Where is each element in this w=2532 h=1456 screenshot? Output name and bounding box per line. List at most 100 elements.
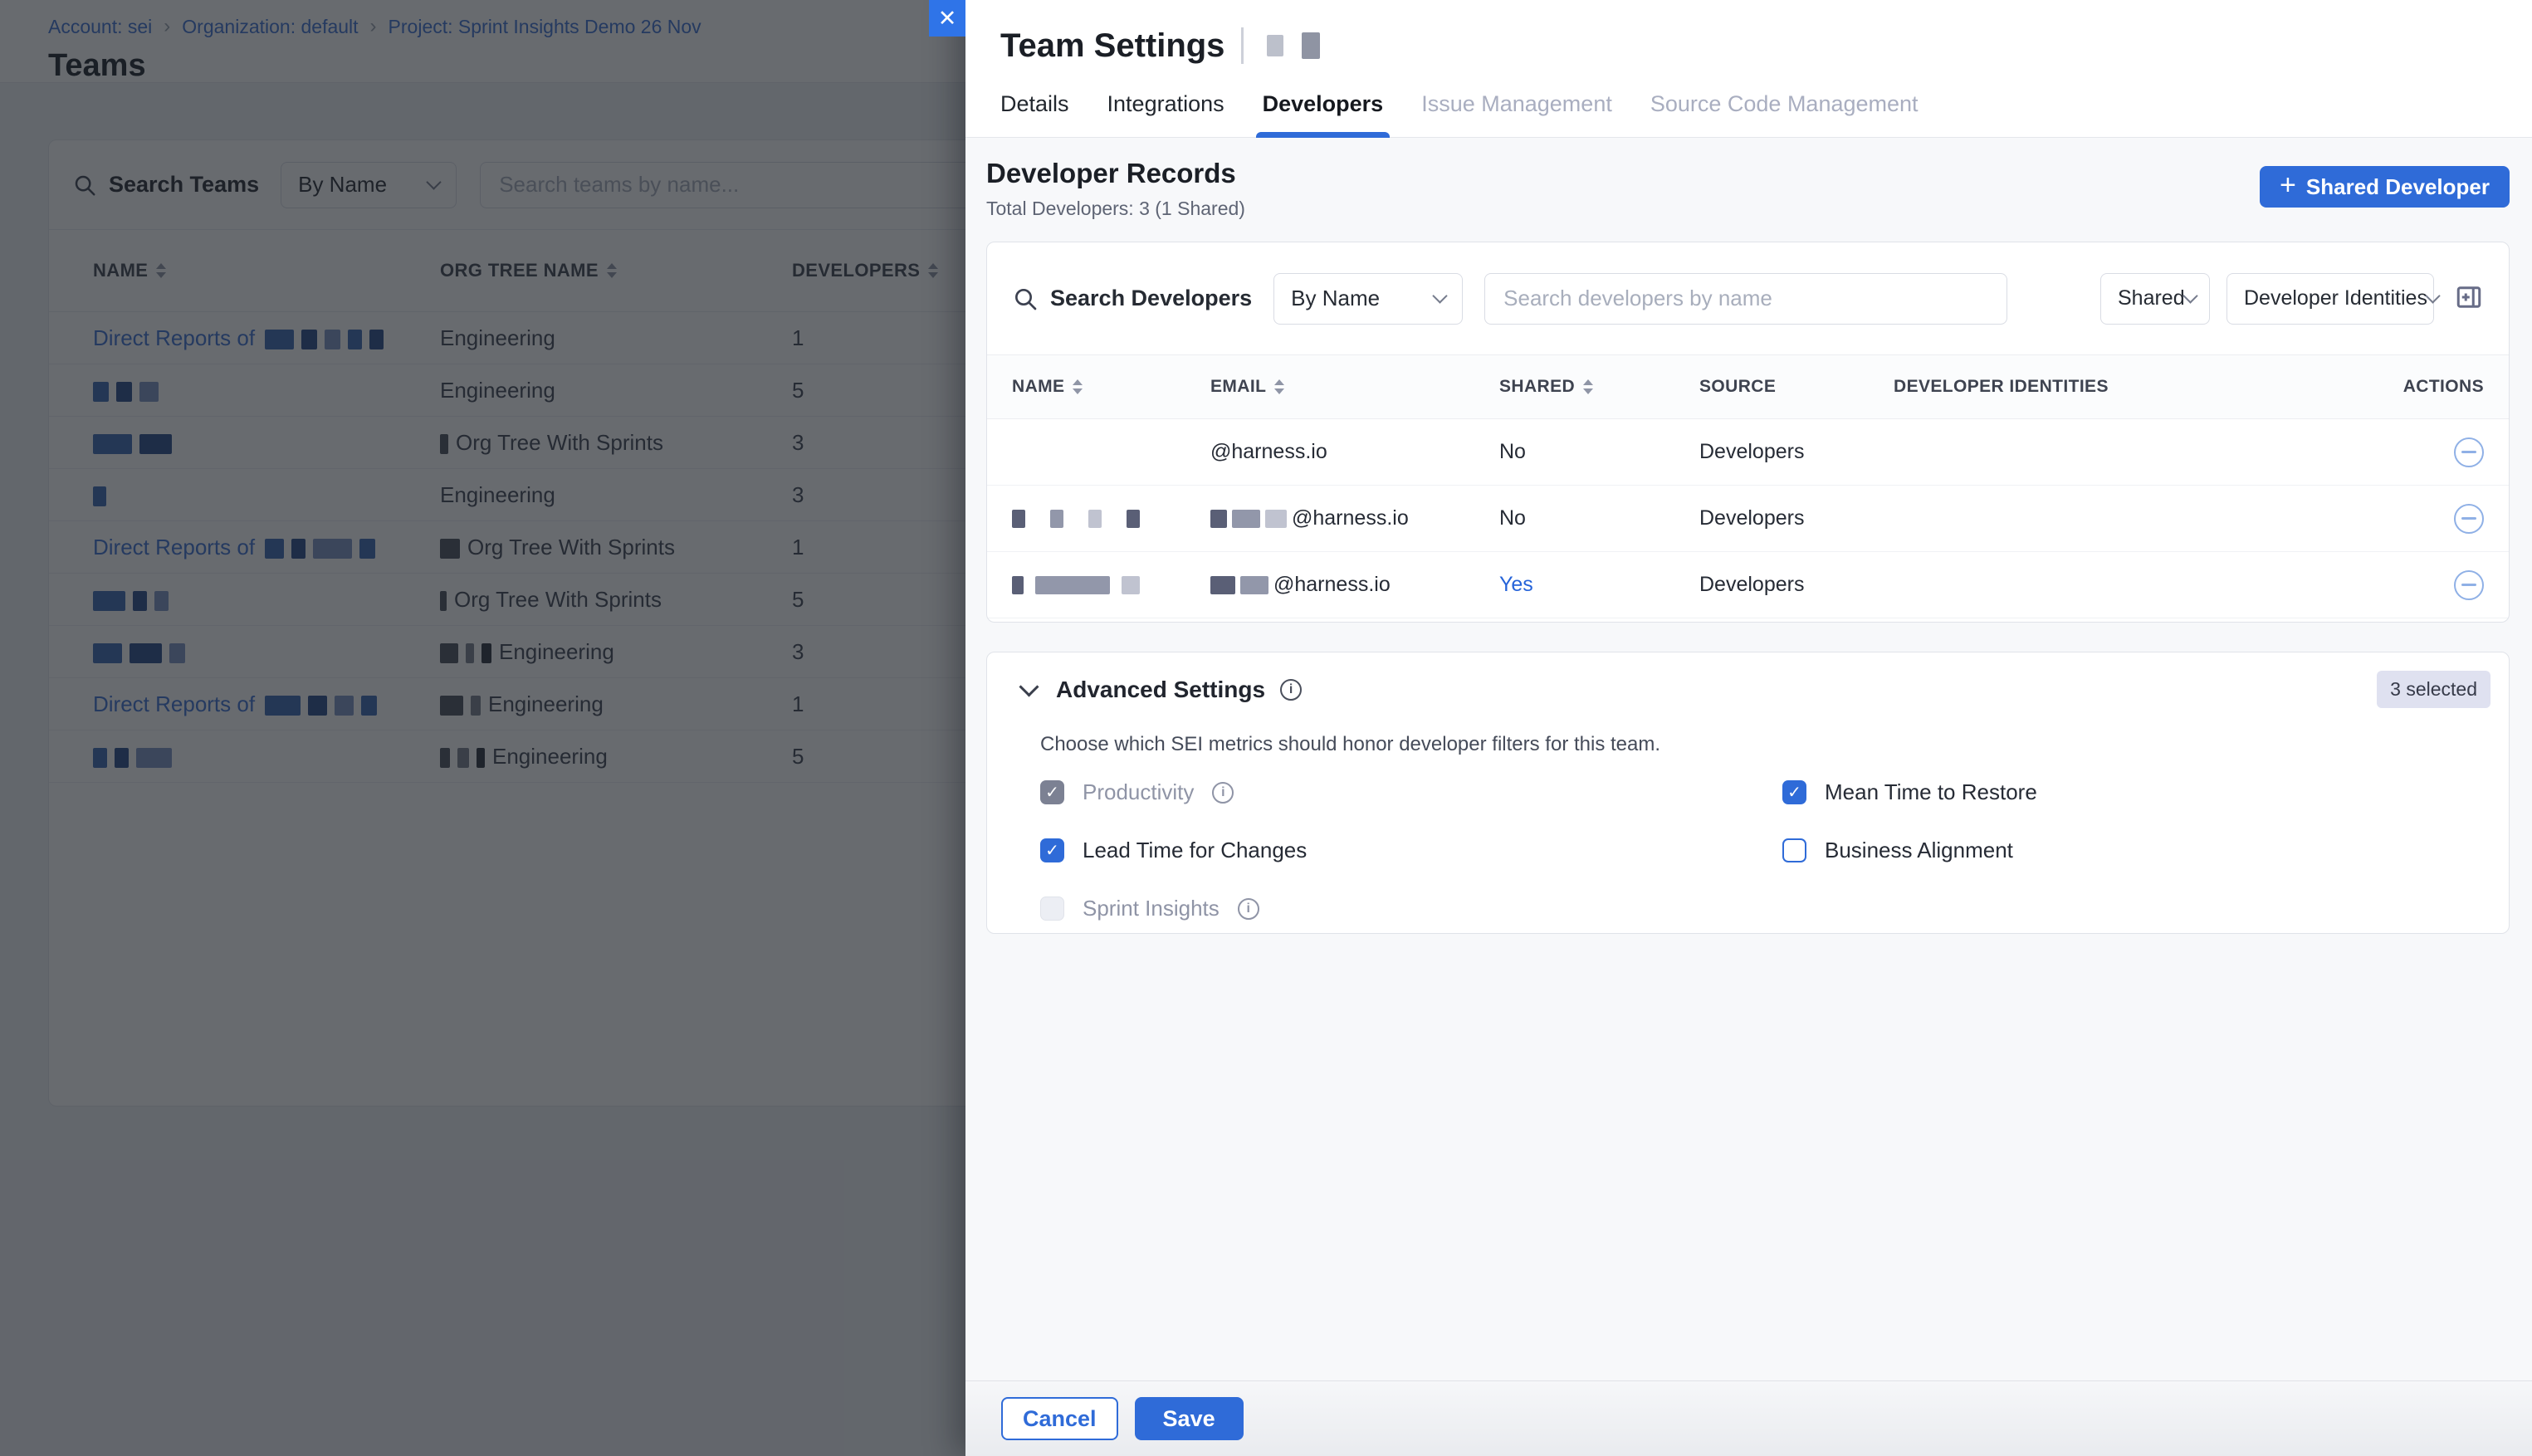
column-header: DEVELOPER IDENTITIES: [1894, 377, 2226, 397]
metric-label: Mean Time to Restore: [1825, 779, 2037, 805]
redacted-team-name-block: [1302, 32, 1320, 59]
selected-count-badge: 3 selected: [2377, 671, 2490, 708]
developers-filter-select[interactable]: By Name: [1273, 273, 1463, 325]
advanced-settings-card: Advanced Settings i 3 selected Choose wh…: [986, 652, 2510, 934]
tab-integrations[interactable]: Integrations: [1107, 91, 1224, 137]
advanced-settings-description: Choose which SEI metrics should honor de…: [1040, 733, 2490, 756]
developer-identities-select[interactable]: Developer Identities: [2226, 273, 2434, 325]
developer-email-cell: @harness.io: [1210, 573, 1499, 597]
metric-checkbox-item: ✓ Lead Time for Changes: [1040, 838, 1782, 863]
shared-value: Yes: [1499, 573, 1533, 596]
advanced-settings-title: Advanced Settings: [1056, 677, 1265, 703]
add-column-button[interactable]: [2454, 282, 2484, 315]
column-header-label: ACTIONS: [2403, 377, 2484, 397]
column-header: EMAIL: [1210, 377, 1499, 397]
source-cell: Developers: [1699, 506, 1894, 530]
metric-checkbox-item: Sprint Insights i: [1040, 896, 1782, 921]
developer-name-cell: [1012, 573, 1210, 597]
developer-email-cell: @harness.io: [1210, 440, 1499, 464]
redacted-text-block: [1232, 510, 1260, 528]
actions-cell: [2226, 437, 2484, 467]
tab-details[interactable]: Details: [1000, 91, 1069, 137]
shared-filter-select[interactable]: Shared: [2100, 273, 2210, 325]
redacted-text-block: [1210, 576, 1235, 594]
metric-checkbox-item: Business Alignment: [1782, 838, 2490, 863]
column-header: ACTIONS: [2226, 377, 2484, 397]
minus-icon: [2461, 517, 2476, 520]
developer-email: @harness.io: [1273, 573, 1391, 596]
add-shared-developer-button[interactable]: + Shared Developer: [2260, 166, 2510, 208]
redacted-text-block: [1050, 510, 1063, 528]
cancel-button[interactable]: Cancel: [1001, 1397, 1118, 1440]
column-header: SHARED: [1499, 377, 1699, 397]
remove-developer-button[interactable]: [2454, 437, 2484, 467]
title-divider: [1241, 27, 1244, 64]
shared-value: No: [1499, 506, 1526, 530]
column-header: SOURCE: [1699, 377, 1894, 397]
actions-cell: [2226, 504, 2484, 534]
save-button[interactable]: Save: [1135, 1397, 1244, 1440]
redacted-text-block: [1127, 510, 1140, 528]
search-developers-label: Search Developers: [1050, 286, 1252, 311]
checkbox-lead-time-for-changes[interactable]: ✓: [1040, 838, 1064, 862]
chevron-down-icon: [1432, 288, 1447, 303]
search-icon: [1012, 286, 1039, 312]
remove-developer-button[interactable]: [2454, 504, 2484, 534]
shared-cell: No: [1499, 440, 1699, 464]
total-developers: Total Developers: 3 (1 Shared): [986, 198, 1245, 220]
search-developers-input[interactable]: [1484, 273, 2007, 325]
redacted-text-block: [1122, 576, 1140, 594]
close-icon: ✕: [938, 6, 957, 32]
table-row: @harness.io No Developers: [987, 486, 2509, 552]
table-row: @harness.ioNoDevelopers: [987, 419, 2509, 486]
checkbox-mean-time-to-restore[interactable]: ✓: [1782, 780, 1806, 804]
section-title: Developer Records: [986, 158, 1245, 189]
advanced-settings-header: Advanced Settings i 3 selected: [1017, 652, 2490, 708]
developer-email: @harness.io: [1292, 506, 1409, 530]
developer-email-cell: @harness.io: [1210, 506, 1499, 530]
shared-cell: No: [1499, 506, 1699, 530]
info-icon[interactable]: i: [1238, 898, 1259, 920]
remove-developer-button[interactable]: [2454, 570, 2484, 600]
info-icon[interactable]: i: [1280, 679, 1302, 701]
metric-checkbox-item: ✓ Productivity i: [1040, 779, 1782, 805]
sort-icon[interactable]: [1073, 379, 1083, 394]
checkbox-sprint-insights: [1040, 897, 1064, 921]
sort-icon[interactable]: [1274, 379, 1284, 394]
chevron-down-icon: [2183, 288, 2197, 303]
minus-icon: [2461, 451, 2476, 453]
tab-source-code-management: Source Code Management: [1650, 91, 1919, 137]
actions-cell: [2226, 570, 2484, 600]
screen: Account: sei›Organization: default›Proje…: [0, 0, 2532, 1456]
developer-records-card: Search Developers By Name Shared Develop…: [986, 242, 2510, 623]
developer-identities-value: Developer Identities: [2244, 286, 2427, 310]
chevron-down-icon[interactable]: [1019, 677, 1039, 696]
checkbox-business-alignment[interactable]: [1782, 838, 1806, 862]
developer-records-heading-row: Developer Records Total Developers: 3 (1…: [986, 158, 2510, 220]
metric-label: Lead Time for Changes: [1083, 838, 1307, 863]
developer-name-cell: [1012, 506, 1210, 530]
metric-label: Business Alignment: [1825, 838, 2013, 863]
modal-overlay: [0, 0, 965, 1456]
developers-filter-value: By Name: [1291, 286, 1380, 311]
metric-checkbox-item: ✓ Mean Time to Restore: [1782, 779, 2490, 805]
close-drawer-button[interactable]: ✕: [929, 0, 965, 37]
checkbox-productivity: ✓: [1040, 780, 1064, 804]
redacted-text-block: [1035, 576, 1110, 594]
redacted-text-block: [1012, 510, 1025, 528]
redacted-text-block: [1240, 576, 1268, 594]
drawer-footer: Cancel Save: [965, 1380, 2532, 1456]
plus-icon: +: [2280, 169, 2296, 202]
tab-developers[interactable]: Developers: [1263, 91, 1384, 137]
metric-label: Sprint Insights: [1083, 896, 1220, 921]
chevron-down-icon: [2425, 288, 2440, 303]
info-icon[interactable]: i: [1212, 782, 1234, 804]
column-header-label: SOURCE: [1699, 377, 1776, 397]
metric-label: Productivity: [1083, 779, 1194, 805]
sort-icon[interactable]: [1583, 379, 1593, 394]
teams-page: Account: sei›Organization: default›Proje…: [0, 0, 965, 1456]
add-shared-developer-label: Shared Developer: [2306, 174, 2490, 200]
metrics-grid: ✓ Productivity i ✓ Mean Time to Restore ✓ Lead…: [1040, 779, 2490, 921]
column-header-label: SHARED: [1499, 377, 1575, 397]
developer-email: @harness.io: [1210, 440, 1327, 463]
